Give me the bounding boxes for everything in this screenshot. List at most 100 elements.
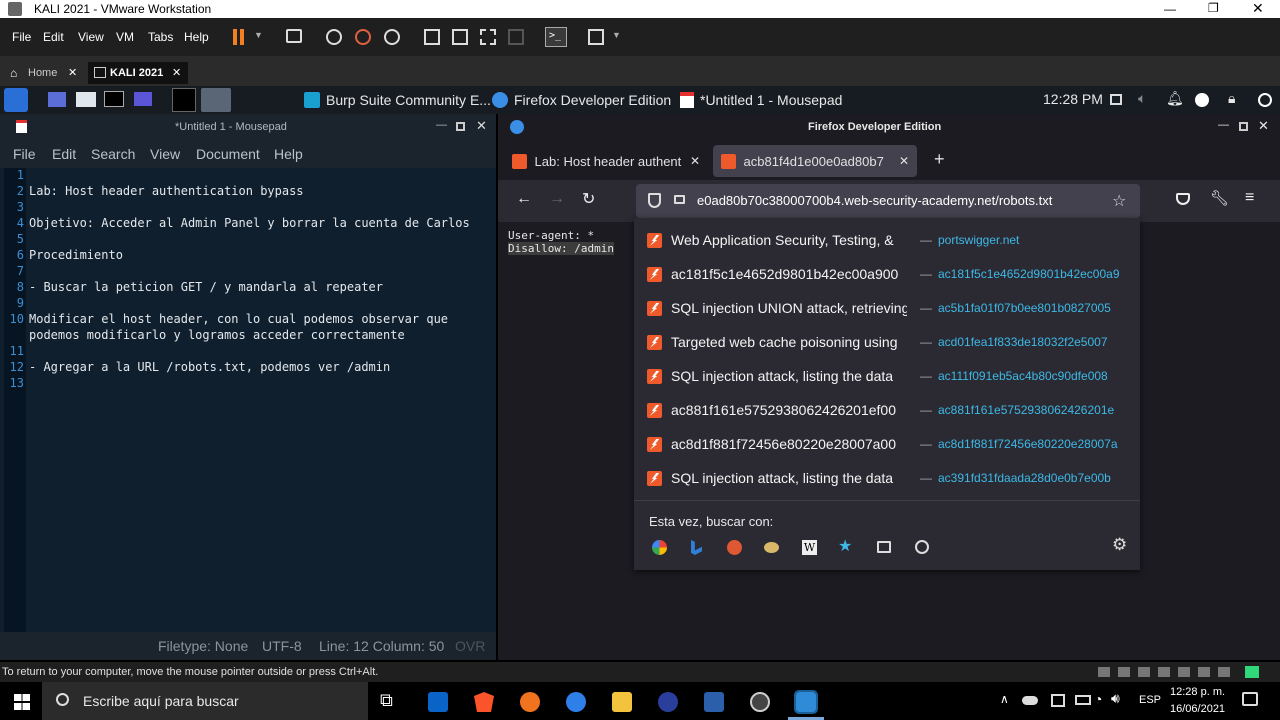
- tabs-search-icon[interactable]: [877, 541, 891, 553]
- desktop-icon[interactable]: [48, 92, 66, 107]
- menu-icon[interactable]: ≡: [1245, 189, 1254, 207]
- volume-icon[interactable]: 🔈︎: [1138, 90, 1146, 107]
- suggestion-row[interactable]: ac181f5c1e4652d9801b42ec00a900 — ac181f5…: [634, 258, 1140, 292]
- menu-document[interactable]: Document: [196, 146, 260, 162]
- lock-icon[interactable]: 🔒︎: [1228, 90, 1235, 107]
- action-center-icon[interactable]: [1242, 692, 1258, 706]
- menu-edit[interactable]: Edit: [43, 30, 64, 44]
- suggestion-row[interactable]: ac881f161e5752938062426201ef00 — ac881f1…: [634, 394, 1140, 428]
- wikipedia-engine-icon[interactable]: W: [802, 540, 817, 555]
- word-icon[interactable]: [704, 692, 724, 712]
- status-filetype[interactable]: Filetype: None: [158, 638, 248, 654]
- battery-icon[interactable]: [1075, 695, 1091, 705]
- vmware-app-icon[interactable]: [794, 690, 818, 714]
- task-mousepad[interactable]: *Untitled 1 - Mousepad: [680, 90, 842, 110]
- reload-icon[interactable]: ↻: [582, 189, 595, 209]
- fullscreen-exit-icon[interactable]: [1245, 666, 1259, 678]
- maximize-icon[interactable]: [1239, 122, 1248, 131]
- new-tab-icon[interactable]: +: [934, 149, 945, 170]
- snapshot-icon[interactable]: [326, 29, 342, 45]
- tab-kali[interactable]: KALI 2021 ✕: [88, 62, 188, 84]
- bookmark-star-icon[interactable]: ☆: [1112, 191, 1126, 211]
- pocket-icon[interactable]: [1176, 193, 1190, 205]
- url-bar[interactable]: e0ad80b70c38000700b4.web-security-academ…: [636, 184, 1140, 218]
- minimize-icon[interactable]: —: [1218, 119, 1229, 131]
- notification-icon[interactable]: 🔔︎: [1166, 90, 1184, 107]
- file-explorer-icon[interactable]: [612, 692, 632, 712]
- close-tab-icon[interactable]: ✕: [690, 154, 700, 168]
- close-tab-icon[interactable]: ✕: [68, 66, 77, 79]
- mousepad-launcher-icon[interactable]: [172, 88, 196, 112]
- windows-search-box[interactable]: Escribe aquí para buscar: [42, 682, 368, 720]
- suggestion-row[interactable]: ac8d1f881f72456e80220e28007a00 — ac8d1f8…: [634, 428, 1140, 462]
- menu-help[interactable]: Help: [274, 146, 303, 162]
- device-icons[interactable]: [1098, 667, 1232, 677]
- suggestion-row[interactable]: Targeted web cache poisoning using — acd…: [634, 326, 1140, 360]
- firefox-app-icon[interactable]: [520, 692, 540, 712]
- obs-icon[interactable]: [750, 692, 770, 712]
- firefox-dev-icon[interactable]: [566, 692, 586, 712]
- file-manager-icon[interactable]: [76, 92, 96, 107]
- tracking-shield-icon[interactable]: [648, 193, 661, 208]
- restore-icon[interactable]: ❐: [1208, 1, 1219, 15]
- terminal-icon[interactable]: >_: [545, 27, 567, 47]
- tray-time[interactable]: 12:28 p. m.: [1170, 686, 1225, 698]
- language-indicator[interactable]: ESP: [1139, 694, 1161, 706]
- outlook-icon[interactable]: [428, 692, 448, 712]
- close-tab-icon[interactable]: ✕: [172, 66, 181, 79]
- menu-help[interactable]: Help: [184, 30, 209, 44]
- devtools-icon[interactable]: 🔧︎: [1210, 189, 1229, 207]
- brave-icon[interactable]: [474, 692, 494, 712]
- kali-menu-icon[interactable]: [4, 88, 28, 112]
- suggestion-row[interactable]: SQL injection UNION attack, retrieving —…: [634, 292, 1140, 326]
- duckduckgo-engine-icon[interactable]: [727, 540, 742, 555]
- terminal-launcher-icon[interactable]: [104, 91, 124, 107]
- suggestion-row[interactable]: SQL injection attack, listing the data —…: [634, 360, 1140, 394]
- display-icon[interactable]: [1110, 94, 1122, 105]
- speaker-icon[interactable]: 🔊︎: [1111, 690, 1120, 707]
- menu-file[interactable]: File: [13, 146, 36, 162]
- stretch-icon[interactable]: [588, 29, 604, 45]
- vpn-icon[interactable]: [658, 692, 678, 712]
- task-view-icon[interactable]: ⧉: [380, 690, 393, 711]
- console-view-icon[interactable]: [452, 29, 468, 45]
- fullscreen-icon[interactable]: [480, 29, 496, 45]
- menu-view[interactable]: View: [150, 146, 180, 162]
- onedrive-icon[interactable]: [1022, 696, 1038, 705]
- sidebar-view-icon[interactable]: [424, 29, 440, 45]
- menu-view[interactable]: View: [78, 30, 104, 44]
- dropdown-arrow-icon[interactable]: ▼: [612, 30, 621, 40]
- revert-snapshot-icon[interactable]: [355, 29, 371, 45]
- menu-vm[interactable]: VM: [116, 30, 134, 44]
- suggestion-row[interactable]: SQL injection attack, listing the data —…: [634, 462, 1140, 496]
- network-icon[interactable]: [1195, 93, 1209, 107]
- close-icon[interactable]: ✕: [1252, 0, 1264, 17]
- lock-icon[interactable]: [674, 195, 685, 204]
- menu-tabs[interactable]: Tabs: [148, 30, 173, 44]
- tray-chevron-icon[interactable]: ∧: [1000, 692, 1009, 706]
- maximize-icon[interactable]: [456, 122, 465, 131]
- minimize-icon[interactable]: —: [436, 119, 447, 131]
- settings-gear-icon[interactable]: ⚙︎: [1112, 535, 1127, 555]
- suggestion-row[interactable]: Web Application Security, Testing, & — p…: [634, 224, 1140, 258]
- bing-engine-icon[interactable]: [691, 540, 702, 555]
- tab-robots[interactable]: acb81f4d1e00e0ad80b7 ✕: [713, 145, 917, 177]
- wifi-icon[interactable]: ◔: [1094, 691, 1102, 707]
- windows-start-icon[interactable]: [14, 694, 30, 710]
- menu-file[interactable]: File: [12, 30, 31, 44]
- history-search-icon[interactable]: [915, 540, 929, 554]
- send-ctrl-alt-del-icon[interactable]: [286, 29, 302, 43]
- pause-icon[interactable]: [233, 29, 237, 45]
- task-burp[interactable]: Burp Suite Community E...: [304, 90, 491, 110]
- snapshot-manager-icon[interactable]: [384, 29, 400, 45]
- tab-home[interactable]: ⌂ Home ✕: [4, 62, 84, 84]
- back-icon[interactable]: ←: [516, 190, 532, 208]
- google-engine-icon[interactable]: [652, 540, 667, 555]
- close-tab-icon[interactable]: ✕: [899, 154, 909, 168]
- minimize-icon[interactable]: —: [1164, 2, 1176, 16]
- firefox-launcher-icon[interactable]: [201, 88, 231, 112]
- url-input[interactable]: e0ad80b70c38000700b4.web-security-academ…: [697, 193, 1110, 208]
- ebay-engine-icon[interactable]: [764, 542, 779, 553]
- task-firefox[interactable]: Firefox Developer Edition: [492, 90, 671, 110]
- dropdown-arrow-icon[interactable]: ▼: [254, 30, 263, 40]
